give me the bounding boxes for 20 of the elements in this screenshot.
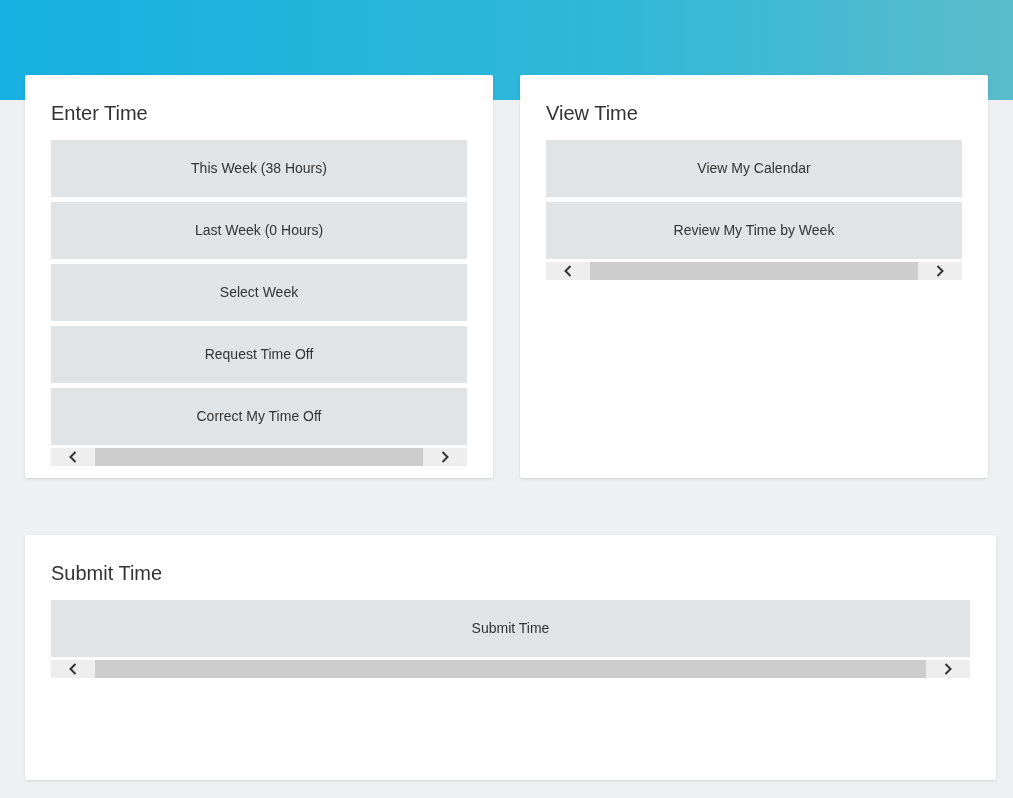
action-button[interactable]: Select Week [51,264,467,321]
action-button[interactable]: Last Week (0 Hours) [51,202,467,259]
chevron-left-icon[interactable] [69,663,77,675]
panel-title: View Time [546,103,639,123]
action-button[interactable]: Review My Time by Week [546,202,962,259]
chevron-left-icon[interactable] [564,265,572,277]
action-button[interactable]: This Week (38 Hours) [51,140,467,197]
chevron-right-icon[interactable] [441,451,449,463]
chevron-right-icon[interactable] [944,663,952,675]
panel-title: Enter Time [51,103,149,123]
action-button[interactable]: Request Time Off [51,326,467,383]
chevron-left-icon[interactable] [69,451,77,463]
scrollbar-thumb[interactable] [95,448,423,466]
panel-title: Submit Time [51,563,164,583]
action-button[interactable]: Submit Time [51,600,970,657]
chevron-right-icon[interactable] [936,265,944,277]
action-button[interactable]: View My Calendar [546,140,962,197]
action-button[interactable]: Correct My Time Off [51,388,467,445]
scrollbar-thumb[interactable] [95,660,926,678]
scrollbar-thumb[interactable] [590,262,918,280]
